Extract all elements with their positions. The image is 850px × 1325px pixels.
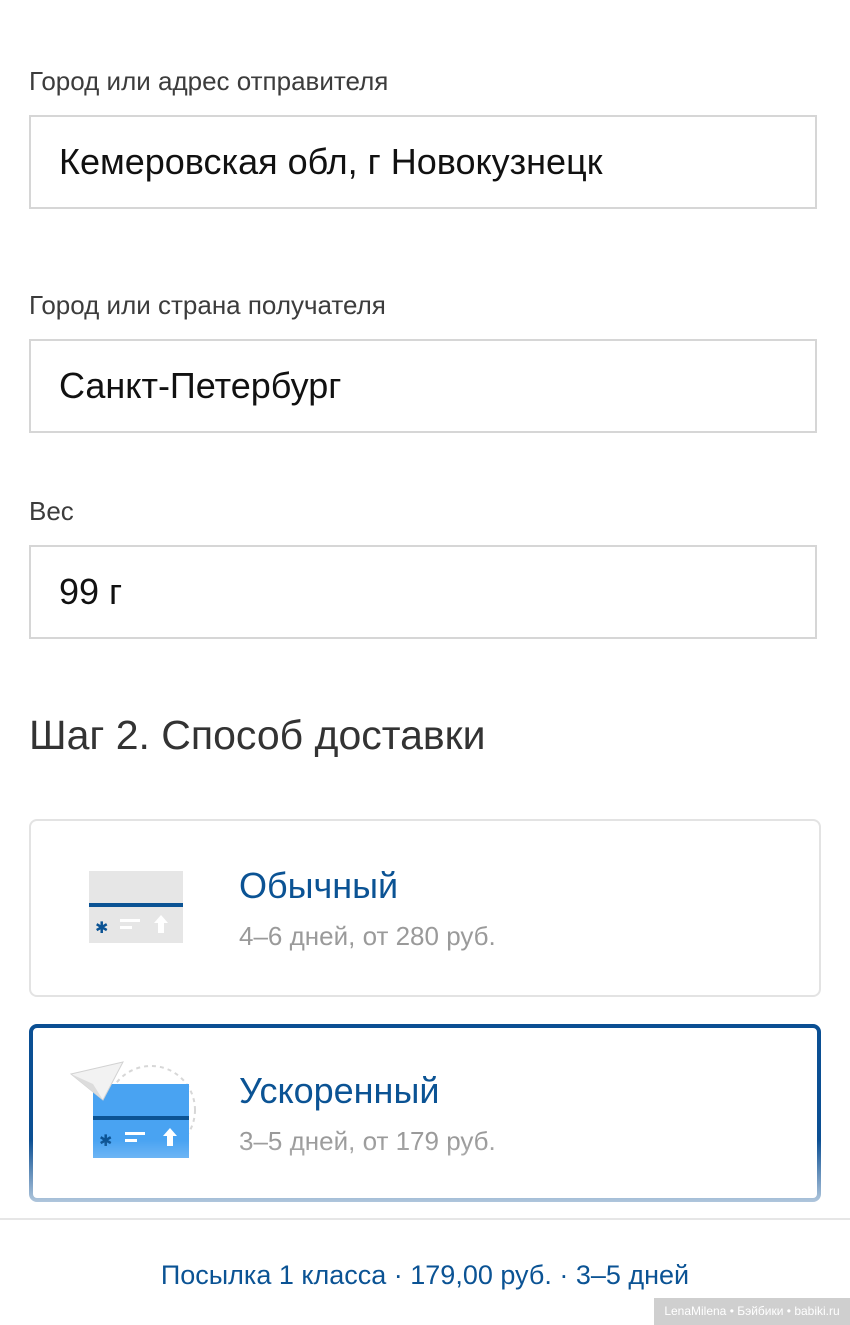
delivery-calculator-page: Город или адрес отправителя Кемеровская … xyxy=(0,0,850,1325)
step-title: Шаг 2. Способ доставки xyxy=(29,712,486,758)
weight-label: Вес xyxy=(29,496,74,526)
delivery-option-normal-title: Обычный xyxy=(239,865,399,906)
delivery-option-express-subtitle: 3–5 дней, от 179 руб. xyxy=(239,1126,496,1156)
recipient-label: Город или страна получателя xyxy=(29,290,386,320)
sender-label: Город или адрес отправителя xyxy=(29,66,389,96)
svg-text:✱: ✱ xyxy=(99,1131,112,1150)
delivery-option-normal-subtitle: 4–6 дней, от 280 руб. xyxy=(239,921,496,951)
svg-text:✱: ✱ xyxy=(95,918,108,937)
envelope-icon: ✱ xyxy=(87,869,187,949)
express-envelope-icon: ✱ xyxy=(67,1058,197,1168)
recipient-input[interactable]: Санкт-Петербург xyxy=(29,339,817,433)
delivery-option-express-title: Ускоренный xyxy=(239,1070,440,1111)
delivery-option-normal[interactable]: ✱ Обычный 4–6 дней, от 280 руб. xyxy=(29,819,821,997)
sender-input[interactable]: Кемеровская обл, г Новокузнецк xyxy=(29,115,817,209)
weight-input[interactable]: 99 г xyxy=(29,545,817,639)
delivery-option-express[interactable]: ✱ Ускоренный 3–5 дней, от 179 руб. xyxy=(29,1024,821,1202)
order-summary[interactable]: Посылка 1 класса · 179,00 руб. · 3–5 дне… xyxy=(0,1260,850,1291)
watermark: LenaMilena • Бэйбики • babiki.ru xyxy=(654,1298,850,1325)
